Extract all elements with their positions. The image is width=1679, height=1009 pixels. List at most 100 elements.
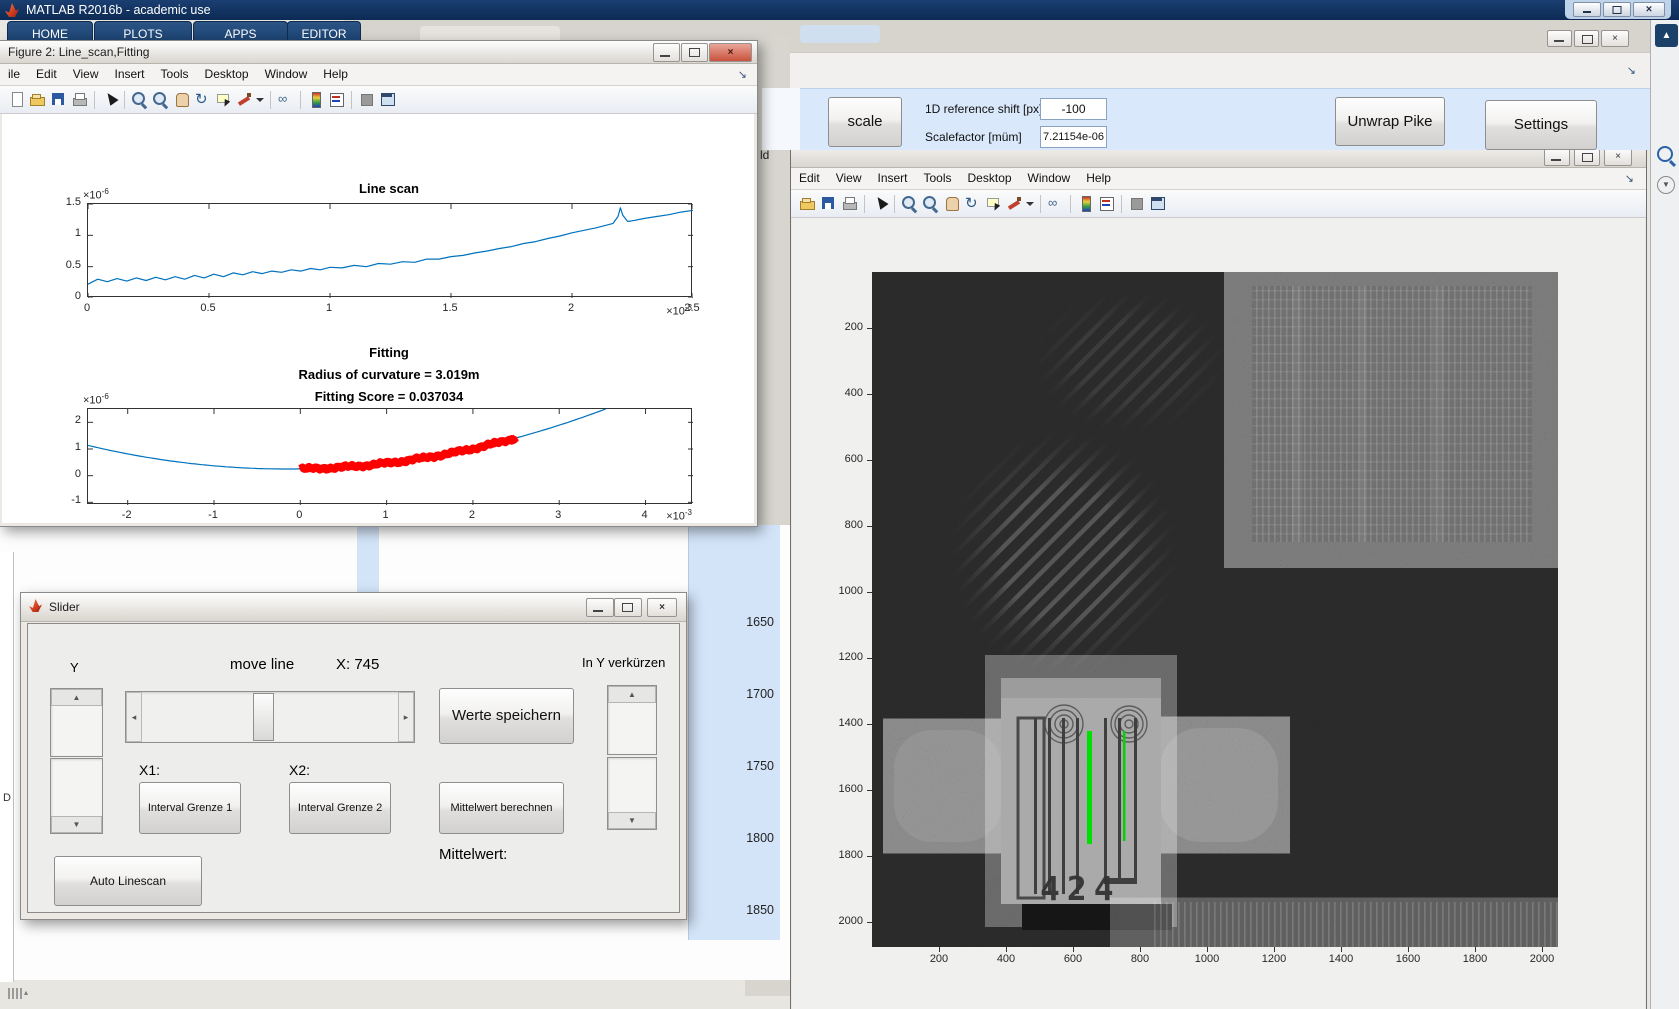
interval-grenze-2-button[interactable]: Interval Grenze 2 xyxy=(289,782,391,834)
slider-minimize-button[interactable] xyxy=(586,598,614,617)
right-figure-minimize-button[interactable] xyxy=(1544,148,1570,166)
figure2-close-button[interactable]: × xyxy=(709,43,752,62)
print-icon[interactable] xyxy=(70,90,89,109)
figure2-minimize-button[interactable] xyxy=(653,43,680,62)
scale-button[interactable]: scale xyxy=(828,97,902,147)
insert-colorbar-icon[interactable] xyxy=(306,90,325,109)
data-cursor-icon[interactable] xyxy=(214,90,233,109)
linescan-axes[interactable] xyxy=(87,203,694,299)
scalefactor-input[interactable] xyxy=(1040,126,1107,148)
os-titlebar[interactable]: MATLAB R2016b - academic use × xyxy=(0,0,1679,20)
dock-arrow-icon[interactable]: ↘ xyxy=(1627,64,1636,77)
menu-help[interactable]: Help xyxy=(315,64,356,81)
statusbar-grip[interactable]: ▴ xyxy=(8,986,28,1004)
auto-linescan-button[interactable]: Auto Linescan xyxy=(54,856,202,906)
link-plots-icon[interactable] xyxy=(1046,194,1065,213)
dock-figure-icon[interactable] xyxy=(1148,194,1167,213)
menu-insert[interactable]: Insert xyxy=(869,168,915,185)
insert-legend-icon[interactable] xyxy=(1097,194,1116,213)
interval-grenze-1-button[interactable]: Interval Grenze 1 xyxy=(139,782,241,834)
bg-axis-value: 1850 xyxy=(746,903,774,917)
right-figure-close-button[interactable]: × xyxy=(1604,148,1632,166)
menu-view[interactable]: View xyxy=(828,168,870,185)
menu-window[interactable]: Window xyxy=(257,64,316,81)
bottom-streaks xyxy=(1151,902,1558,947)
plot-browser-icon[interactable] xyxy=(357,90,376,109)
os-minimize-button[interactable] xyxy=(1573,2,1601,17)
menu-desktop[interactable]: Desktop xyxy=(197,64,257,81)
menu-desktop[interactable]: Desktop xyxy=(960,168,1020,185)
y-slider-down[interactable]: ▼ xyxy=(50,758,103,834)
dropdown-arrow-icon[interactable] xyxy=(256,90,265,109)
plot-browser-icon[interactable] xyxy=(1127,194,1146,213)
menu-window[interactable]: Window xyxy=(1020,168,1079,185)
slider-left-arrow[interactable]: ◂ xyxy=(126,692,142,742)
os-restore-button[interactable] xyxy=(1603,2,1631,17)
tick-label: 800 xyxy=(844,519,863,531)
pan-hand-icon[interactable] xyxy=(172,90,191,109)
data-cursor-icon[interactable] xyxy=(984,194,1003,213)
mittelwert-berechnen-button[interactable]: Mittelwert berechnen xyxy=(439,782,564,834)
y-slider-up[interactable]: ▲ xyxy=(50,688,103,757)
werte-speichern-button[interactable]: Werte speichern xyxy=(439,688,574,744)
settings-button[interactable]: Settings xyxy=(1485,100,1597,150)
chevron-down-circle-icon[interactable]: ▼ xyxy=(1657,176,1675,194)
menu-help[interactable]: Help xyxy=(1078,168,1119,185)
shorten-slider-down[interactable]: ▼ xyxy=(607,757,657,830)
background-axis-list[interactable]: 1650 1700 1750 1800 1850 xyxy=(688,525,780,940)
collapse-tab-icon[interactable]: ▲ xyxy=(1655,24,1678,47)
dropdown-arrow-icon[interactable] xyxy=(1026,194,1035,213)
save-icon[interactable] xyxy=(49,90,68,109)
bg-window-maximize-button[interactable] xyxy=(1574,30,1599,47)
menu-tools[interactable]: Tools xyxy=(153,64,197,81)
menu-edit[interactable]: Edit xyxy=(28,64,65,81)
open-folder-icon[interactable] xyxy=(28,90,47,109)
menu-insert[interactable]: Insert xyxy=(107,64,153,81)
brush-icon[interactable] xyxy=(235,90,254,109)
slider-right-arrow[interactable]: ▸ xyxy=(398,692,414,742)
dock-figure-icon[interactable] xyxy=(378,90,397,109)
pan-hand-icon[interactable] xyxy=(942,194,961,213)
fitting-axes[interactable] xyxy=(87,408,693,505)
slider-thumb[interactable] xyxy=(253,693,274,741)
slider-maximize-button[interactable] xyxy=(614,598,642,617)
figure2-maximize-button[interactable] xyxy=(681,43,708,62)
zoom-in-icon[interactable] xyxy=(900,194,919,213)
x-tick-mark xyxy=(1140,947,1141,952)
dock-arrow-icon[interactable]: ↘ xyxy=(738,68,747,81)
insert-colorbar-icon[interactable] xyxy=(1076,194,1095,213)
new-doc-icon[interactable] xyxy=(7,90,26,109)
wafer-image[interactable]: 424 xyxy=(872,272,1558,947)
rotate-3d-icon[interactable] xyxy=(963,194,982,213)
move-line-slider[interactable]: ◂ ▸ xyxy=(125,691,415,743)
brush-icon[interactable] xyxy=(1005,194,1024,213)
menu-tools[interactable]: Tools xyxy=(916,168,960,185)
menu-ile[interactable]: ile xyxy=(0,64,28,81)
tick-label: 1600 xyxy=(838,783,863,795)
print-icon[interactable] xyxy=(840,194,859,213)
link-plots-icon[interactable] xyxy=(276,90,295,109)
docked-panel-strip[interactable]: D xyxy=(0,552,14,982)
zoom-out-icon[interactable] xyxy=(151,90,170,109)
slider-close-button[interactable]: × xyxy=(647,598,677,617)
right-figure-maximize-button[interactable] xyxy=(1574,148,1600,166)
ref-shift-input[interactable] xyxy=(1040,98,1107,120)
y-tick-mark xyxy=(867,658,872,659)
cursor-arrow-icon[interactable] xyxy=(870,194,889,213)
bg-window-close-button[interactable]: × xyxy=(1601,30,1629,47)
dock-arrow-icon[interactable]: ↘ xyxy=(1625,172,1634,185)
shorten-slider-up[interactable]: ▲ xyxy=(607,685,657,755)
rotate-3d-icon[interactable] xyxy=(193,90,212,109)
menu-edit[interactable]: Edit xyxy=(791,168,828,185)
save-icon[interactable] xyxy=(819,194,838,213)
cursor-arrow-icon[interactable] xyxy=(100,90,119,109)
zoom-in-icon[interactable] xyxy=(130,90,149,109)
figure2-titlebar[interactable]: Figure 2: Line_scan,Fitting xyxy=(0,41,757,64)
bg-window-minimize-button[interactable] xyxy=(1547,30,1572,47)
zoom-out-icon[interactable] xyxy=(921,194,940,213)
menu-view[interactable]: View xyxy=(65,64,107,81)
os-close-button[interactable]: × xyxy=(1633,2,1665,17)
open-folder-icon[interactable] xyxy=(798,194,817,213)
insert-legend-icon[interactable] xyxy=(327,90,346,109)
unwrap-pike-button[interactable]: Unwrap Pike xyxy=(1335,97,1445,146)
